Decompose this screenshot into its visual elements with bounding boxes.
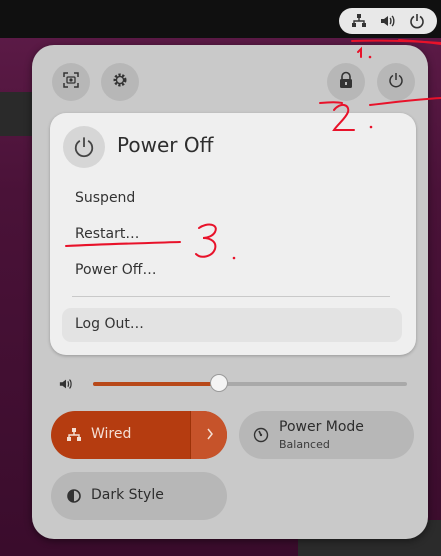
- power-icon: [388, 72, 404, 92]
- volume-icon: [58, 376, 74, 395]
- volume-slider-fill: [93, 382, 219, 386]
- settings-button[interactable]: [101, 63, 139, 101]
- power-off-item[interactable]: Power Off…: [75, 262, 156, 278]
- top-bar: [0, 0, 441, 38]
- power-mode-gauge-icon: [253, 427, 269, 447]
- wired-submenu-button[interactable]: [190, 411, 227, 459]
- chevron-right-icon: [206, 426, 214, 445]
- dark-style-toggle[interactable]: Dark Style: [51, 472, 227, 520]
- dark-style-icon: [66, 488, 82, 508]
- restart-item[interactable]: Restart…: [75, 226, 139, 242]
- menu-separator: [72, 296, 390, 297]
- power-mode-value: Balanced: [279, 438, 330, 451]
- system-tray[interactable]: [339, 8, 437, 34]
- lock-button[interactable]: [327, 63, 365, 101]
- lock-icon: [338, 71, 354, 93]
- settings-gear-icon: [111, 71, 129, 93]
- menu-title: Power Off: [117, 133, 214, 157]
- power-mode-toggle[interactable]: Power Mode Balanced: [239, 411, 414, 459]
- wired-toggle[interactable]: Wired: [51, 411, 227, 459]
- dark-style-label: Dark Style: [91, 487, 164, 503]
- volume-slider-handle[interactable]: [209, 374, 228, 392]
- screenshot-icon: [62, 71, 80, 93]
- volume-icon: [379, 13, 397, 29]
- screenshot-button[interactable]: [52, 63, 90, 101]
- power-off-menu: Power Off Suspend Restart… Power Off… Lo…: [50, 113, 416, 355]
- power-mode-label: Power Mode: [279, 419, 364, 435]
- log-out-item[interactable]: Log Out…: [62, 308, 402, 342]
- power-icon: [409, 13, 425, 29]
- suspend-item[interactable]: Suspend: [75, 190, 135, 206]
- wired-label: Wired: [91, 426, 132, 442]
- power-button[interactable]: [377, 63, 415, 101]
- power-icon: [63, 126, 105, 168]
- network-wired-icon: [351, 13, 367, 29]
- network-wired-icon: [66, 427, 82, 447]
- volume-slider[interactable]: [93, 374, 407, 392]
- log-out-label: Log Out…: [75, 316, 144, 332]
